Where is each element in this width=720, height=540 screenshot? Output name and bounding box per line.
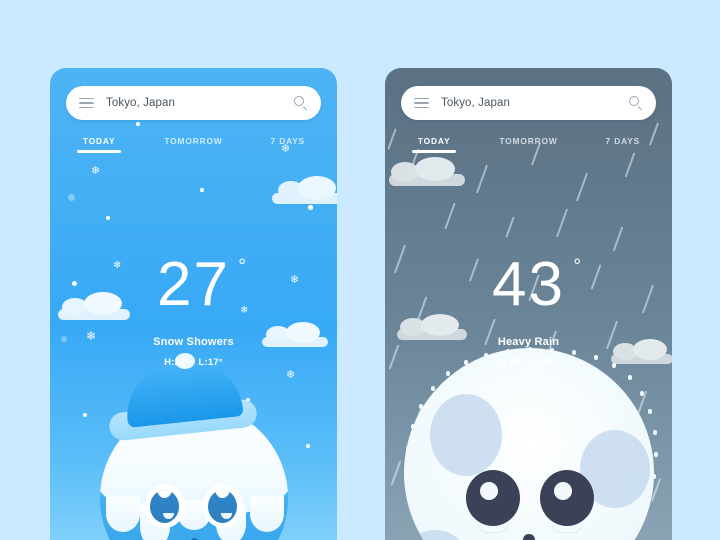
high-low-label: H:28° · L:17° <box>164 357 223 368</box>
screenshot-stage: ❄ ❄ ❄ ❄ ❄ ❄ ❄ ❄ <box>0 0 720 540</box>
forecast-readout-snow: 27 ° Snow Showers H:28° · L:17° <box>50 254 337 369</box>
character-eye-right <box>539 470 594 526</box>
hamburger-menu-icon[interactable] <box>79 97 94 109</box>
search-bar[interactable]: Tokyo, Japan <box>66 86 321 120</box>
moon-character <box>403 347 659 540</box>
character-eye-left <box>465 470 520 526</box>
condition-label: Snow Showers <box>153 336 234 348</box>
forecast-readout-rain: 43 ° Heavy Rain H:50° · L:41° <box>385 254 672 369</box>
search-icon[interactable] <box>294 96 308 111</box>
character-eye-right <box>202 484 243 528</box>
degree-symbol: ° <box>238 256 246 277</box>
search-input[interactable]: Tokyo, Japan <box>106 97 294 109</box>
hamburger-menu-icon[interactable] <box>414 97 429 109</box>
app-header-snow: Tokyo, Japan TODAY TOMORROW 7 DAYS <box>50 68 337 153</box>
forecast-tabs: TODAY TOMORROW 7 DAYS <box>385 136 672 153</box>
tab-7-days[interactable]: 7 DAYS <box>576 136 670 153</box>
snow-character <box>89 353 299 540</box>
search-bar[interactable]: Tokyo, Japan <box>401 86 656 120</box>
search-icon[interactable] <box>629 96 643 111</box>
weather-screen-rain: 43 ° Heavy Rain H:50° · L:41° Tokyo, Jap… <box>385 68 672 540</box>
temperature-display: 43 ° <box>492 254 581 316</box>
degree-symbol: ° <box>573 256 581 277</box>
app-header-rain: Tokyo, Japan TODAY TOMORROW 7 DAYS <box>385 68 672 153</box>
search-input[interactable]: Tokyo, Japan <box>441 97 629 109</box>
tab-tomorrow[interactable]: TOMORROW <box>481 136 575 153</box>
condition-label: Heavy Rain <box>497 336 560 348</box>
eyelash-right <box>551 524 582 533</box>
temperature-display: 27 ° <box>157 254 246 316</box>
high-low-label: H:50° · L:41° <box>499 357 558 368</box>
character-mouth <box>522 534 535 540</box>
tab-today[interactable]: TODAY <box>52 136 146 153</box>
weather-screen-snow: ❄ ❄ ❄ ❄ ❄ ❄ ❄ ❄ <box>50 68 337 540</box>
tab-7-days[interactable]: 7 DAYS <box>241 136 335 153</box>
forecast-tabs: TODAY TOMORROW 7 DAYS <box>50 136 337 153</box>
eyelash-left <box>477 524 508 533</box>
tab-today[interactable]: TODAY <box>387 136 481 153</box>
temperature-value: 27 <box>157 250 230 319</box>
tab-tomorrow[interactable]: TOMORROW <box>146 136 240 153</box>
temperature-value: 43 <box>492 250 565 319</box>
character-eye-left <box>144 484 185 528</box>
